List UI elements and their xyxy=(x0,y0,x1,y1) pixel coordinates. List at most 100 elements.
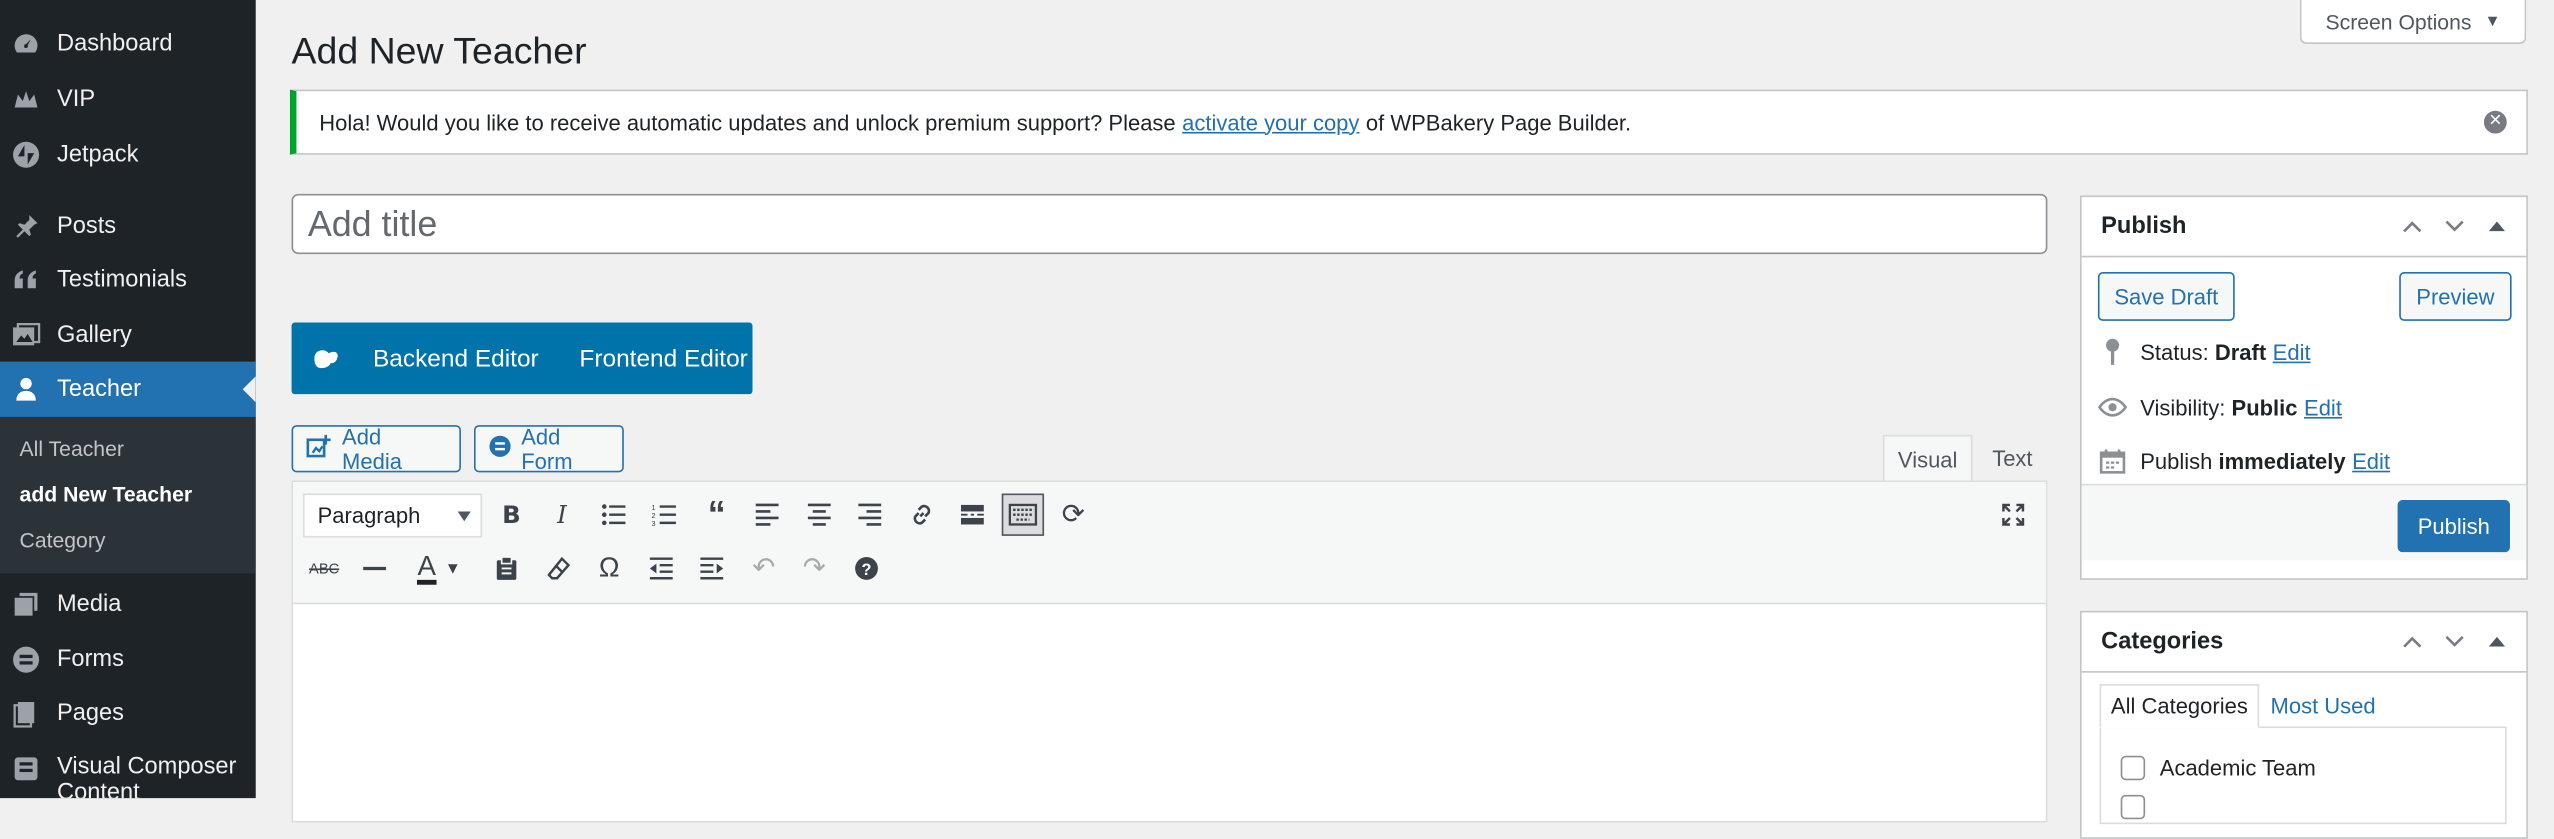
dashboard-icon xyxy=(11,29,40,58)
schedule-value: immediately xyxy=(2218,448,2346,474)
read-more-icon[interactable] xyxy=(951,494,993,536)
text-color-icon[interactable]: A xyxy=(406,547,448,589)
tab-most-used[interactable]: Most Used xyxy=(2261,684,2386,728)
sidebar-item-label: Jetpack xyxy=(57,141,139,168)
fullscreen-icon[interactable] xyxy=(1992,494,2034,536)
quote-icon xyxy=(11,265,40,294)
gallery-icon xyxy=(11,321,41,350)
tab-text[interactable]: Text xyxy=(1977,434,2048,483)
backend-editor-button[interactable]: Backend Editor xyxy=(373,344,539,372)
format-select-value: Paragraph xyxy=(317,503,421,528)
sidebar-item-dashboard[interactable]: Dashboard xyxy=(0,16,256,71)
category-checklist: Academic Team xyxy=(2099,726,2507,825)
redo-icon[interactable]: ↷ xyxy=(793,547,835,589)
edit-status-link[interactable]: Edit xyxy=(2273,340,2311,364)
sidebar-item-label: VIP xyxy=(57,86,96,113)
add-media-label: Add Media xyxy=(342,424,402,474)
submenu-item-all-teacher[interactable]: All Teacher xyxy=(20,437,124,461)
blockquote-icon[interactable]: “ xyxy=(695,494,737,536)
tab-visual[interactable]: Visual xyxy=(1882,434,1973,483)
chevron-down-icon[interactable]: ▼ xyxy=(443,547,463,589)
pin-icon xyxy=(2098,337,2127,366)
undo-icon[interactable]: ↶ xyxy=(743,547,785,589)
italic-icon[interactable]: I xyxy=(541,494,583,536)
submenu-item-category[interactable]: Category xyxy=(20,528,106,552)
sidebar-item-media[interactable]: Media xyxy=(0,577,256,632)
format-select[interactable]: Paragraph xyxy=(302,493,483,538)
sidebar-item-posts[interactable]: Posts xyxy=(0,199,256,254)
align-left-icon[interactable] xyxy=(746,494,788,536)
content-editor[interactable]: Paragraph B I 123 “ ⟳ ABC A ▼ Ω ↶ ↷ ? xyxy=(291,480,2048,823)
bullet-list-icon[interactable] xyxy=(593,494,635,536)
save-draft-button[interactable]: Save Draft xyxy=(2097,272,2235,321)
sidebar-item-testimonials[interactable]: Testimonials xyxy=(0,252,256,307)
category-checkbox[interactable] xyxy=(2120,755,2146,781)
notice-text: Hola! Would you like to receive automati… xyxy=(319,109,1176,135)
collapse-triangle-icon[interactable] xyxy=(2484,213,2510,239)
schedule-label: Publish xyxy=(2140,448,2213,474)
editor-toolbar: Paragraph B I 123 “ ⟳ ABC A ▼ Ω ↶ ↷ ? xyxy=(293,482,2046,605)
sidebar-item-teacher[interactable]: Teacher xyxy=(0,361,256,417)
sidebar-item-label: Teacher xyxy=(57,376,142,403)
status-label: Status: xyxy=(2140,339,2209,365)
clear-formatting-icon[interactable] xyxy=(538,547,580,589)
submenu-item-add-new-teacher[interactable]: add New Teacher xyxy=(20,482,193,506)
activate-copy-link[interactable]: activate your copy xyxy=(1182,110,1359,134)
align-right-icon[interactable] xyxy=(849,494,891,536)
help-icon[interactable]: ? xyxy=(845,547,887,589)
schedule-row: Publish immediately Edit xyxy=(2098,446,2390,475)
strikethrough-icon[interactable]: ABC xyxy=(303,547,345,589)
bold-icon[interactable]: B xyxy=(490,494,532,536)
add-form-label: Add Form xyxy=(521,424,573,474)
publish-box: Publish Save Draft Preview Status: Draft… xyxy=(2079,195,2528,580)
composer-icon xyxy=(11,754,40,783)
paste-text-icon[interactable] xyxy=(485,547,527,589)
sidebar-item-label: Posts xyxy=(57,213,117,240)
special-character-icon[interactable]: Ω xyxy=(588,547,630,589)
category-label: Academic Team xyxy=(2159,755,2316,781)
frontend-editor-button[interactable]: Frontend Editor xyxy=(579,344,747,372)
forms-icon xyxy=(11,645,40,674)
category-checkbox[interactable] xyxy=(2120,794,2146,820)
sidebar-item-pages[interactable]: Pages xyxy=(0,686,256,741)
outdent-icon[interactable] xyxy=(640,547,682,589)
numbered-list-icon[interactable]: 123 xyxy=(643,494,685,536)
sidebar-item-forms[interactable]: Forms xyxy=(0,632,256,687)
chevron-up-icon[interactable] xyxy=(2399,213,2425,239)
pages-icon xyxy=(11,699,40,728)
sidebar-item-visual-composer-content[interactable]: Visual Composer Content xyxy=(0,741,256,798)
preview-button[interactable]: Preview xyxy=(2399,272,2512,321)
toolbar-toggle-icon[interactable] xyxy=(1001,493,1045,536)
edit-visibility-link[interactable]: Edit xyxy=(2304,395,2342,419)
user-icon xyxy=(11,375,40,404)
post-title-input[interactable] xyxy=(291,193,2048,255)
tab-all-categories[interactable]: All Categories xyxy=(2099,684,2260,729)
page-title: Add New Teacher xyxy=(291,29,587,72)
add-media-button[interactable]: Add Media xyxy=(291,424,461,474)
sidebar-item-gallery[interactable]: Gallery xyxy=(0,308,256,363)
caret-down-icon: ▼ xyxy=(2484,12,2501,31)
sidebar-item-jetpack[interactable]: Jetpack xyxy=(0,127,256,182)
dismiss-icon[interactable]: ✕ xyxy=(2483,110,2507,134)
sidebar-item-vip[interactable]: VIP xyxy=(0,72,256,127)
chevron-down-icon[interactable] xyxy=(2442,629,2468,655)
collapse-triangle-icon[interactable] xyxy=(2484,629,2510,655)
horizontal-line-icon[interactable] xyxy=(353,547,395,589)
publish-actions: Publish xyxy=(2081,483,2527,561)
chevron-down-icon[interactable] xyxy=(2442,213,2468,239)
visibility-value: Public xyxy=(2231,394,2298,420)
align-center-icon[interactable] xyxy=(798,494,840,536)
admin-sidebar: Dashboard VIP Jetpack Posts Testimonials… xyxy=(0,0,256,799)
edit-schedule-link[interactable]: Edit xyxy=(2352,449,2390,473)
notice-text-after: of WPBakery Page Builder. xyxy=(1365,109,1632,135)
vip-icon xyxy=(11,85,40,114)
add-form-button[interactable]: Add Form xyxy=(473,424,624,474)
pin-icon xyxy=(11,212,40,241)
publish-button[interactable]: Publish xyxy=(2397,500,2510,553)
indent-icon[interactable] xyxy=(691,547,733,589)
screen-options-button[interactable]: Screen Options ▼ xyxy=(2299,0,2527,44)
status-value: Draft xyxy=(2214,339,2267,365)
refresh-icon[interactable]: ⟳ xyxy=(1052,494,1094,536)
chevron-up-icon[interactable] xyxy=(2399,629,2425,655)
link-icon[interactable] xyxy=(901,494,943,536)
